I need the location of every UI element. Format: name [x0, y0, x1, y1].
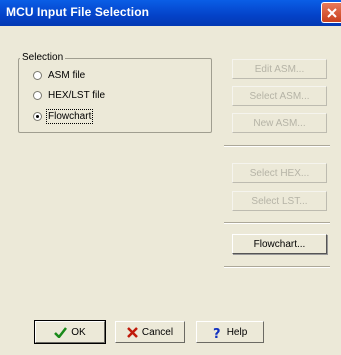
- radio-label: HEX/LST file: [48, 89, 106, 101]
- dialog-window: MCU Input File Selection Selection ASM f…: [0, 0, 341, 355]
- select-hex-button[interactable]: Select HEX...: [232, 163, 327, 183]
- select-asm-button[interactable]: Select ASM...: [232, 86, 327, 106]
- new-asm-button[interactable]: New ASM...: [232, 113, 327, 133]
- cancel-button[interactable]: Cancel: [115, 321, 185, 343]
- help-label: Help: [226, 326, 248, 338]
- radio-asm-file[interactable]: ASM file: [33, 68, 85, 82]
- x-icon: [127, 326, 138, 338]
- radio-circle[interactable]: [33, 70, 42, 80]
- select-lst-button[interactable]: Select LST...: [232, 191, 327, 211]
- selection-group-label: Selection: [20, 52, 66, 63]
- question-icon: ?: [213, 326, 223, 342]
- help-button[interactable]: ? Help: [196, 321, 264, 343]
- radio-label: ASM file: [48, 69, 86, 81]
- edit-asm-button[interactable]: Edit ASM...: [232, 59, 327, 79]
- separator: [224, 222, 330, 224]
- flowchart-button[interactable]: Flowchart...: [232, 234, 327, 254]
- radio-hex-lst-file[interactable]: HEX/LST file: [33, 88, 105, 102]
- close-icon: [327, 8, 337, 18]
- separator: [224, 266, 330, 268]
- radio-circle[interactable]: [33, 90, 42, 100]
- ok-label: OK: [71, 326, 86, 338]
- close-button[interactable]: [321, 2, 341, 23]
- radio-label: Flowchart: [45, 108, 94, 124]
- checkmark-icon: [54, 326, 68, 339]
- cancel-label: Cancel: [141, 326, 174, 338]
- ok-button[interactable]: OK: [34, 320, 106, 344]
- radio-flowchart[interactable]: Flowchart: [33, 108, 94, 124]
- svg-text:?: ?: [213, 327, 221, 339]
- separator: [224, 145, 330, 147]
- radio-circle[interactable]: [33, 111, 42, 121]
- title-bar[interactable]: MCU Input File Selection: [0, 0, 341, 26]
- window-title: MCU Input File Selection: [6, 5, 150, 19]
